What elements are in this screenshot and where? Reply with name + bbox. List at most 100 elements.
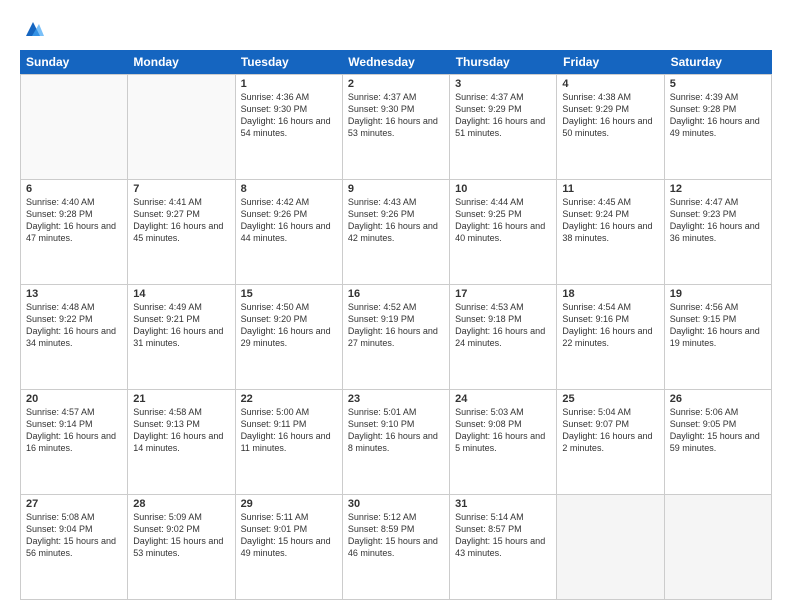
cell-info: Sunrise: 5:11 AMSunset: 9:01 PMDaylight:… [241,511,337,560]
cell-info: Sunrise: 4:57 AMSunset: 9:14 PMDaylight:… [26,406,122,455]
cal-header-friday: Friday [557,50,664,74]
cal-header-monday: Monday [127,50,234,74]
day-number: 26 [670,393,766,405]
day-number: 28 [133,498,229,510]
day-number: 20 [26,393,122,405]
cell-info: Sunrise: 4:54 AMSunset: 9:16 PMDaylight:… [562,301,658,350]
cal-cell: 2Sunrise: 4:37 AMSunset: 9:30 PMDaylight… [343,75,450,179]
day-number: 5 [670,78,766,90]
cell-info: Sunrise: 4:52 AMSunset: 9:19 PMDaylight:… [348,301,444,350]
cal-cell: 16Sunrise: 4:52 AMSunset: 9:19 PMDayligh… [343,285,450,389]
cal-cell: 1Sunrise: 4:36 AMSunset: 9:30 PMDaylight… [236,75,343,179]
cal-cell: 19Sunrise: 4:56 AMSunset: 9:15 PMDayligh… [665,285,772,389]
logo [20,18,44,40]
cal-cell: 17Sunrise: 4:53 AMSunset: 9:18 PMDayligh… [450,285,557,389]
day-number: 12 [670,183,766,195]
day-number: 13 [26,288,122,300]
cell-info: Sunrise: 4:58 AMSunset: 9:13 PMDaylight:… [133,406,229,455]
day-number: 31 [455,498,551,510]
cal-week-4: 27Sunrise: 5:08 AMSunset: 9:04 PMDayligh… [21,494,772,599]
day-number: 17 [455,288,551,300]
cell-info: Sunrise: 4:41 AMSunset: 9:27 PMDaylight:… [133,196,229,245]
day-number: 1 [241,78,337,90]
day-number: 23 [348,393,444,405]
page: SundayMondayTuesdayWednesdayThursdayFrid… [0,0,792,612]
cal-cell: 24Sunrise: 5:03 AMSunset: 9:08 PMDayligh… [450,390,557,494]
cell-info: Sunrise: 4:40 AMSunset: 9:28 PMDaylight:… [26,196,122,245]
cal-cell: 27Sunrise: 5:08 AMSunset: 9:04 PMDayligh… [21,495,128,599]
day-number: 9 [348,183,444,195]
cal-cell: 22Sunrise: 5:00 AMSunset: 9:11 PMDayligh… [236,390,343,494]
cell-info: Sunrise: 5:04 AMSunset: 9:07 PMDaylight:… [562,406,658,455]
cell-info: Sunrise: 4:43 AMSunset: 9:26 PMDaylight:… [348,196,444,245]
calendar-header-row: SundayMondayTuesdayWednesdayThursdayFrid… [20,50,772,74]
cal-cell: 31Sunrise: 5:14 AMSunset: 8:57 PMDayligh… [450,495,557,599]
cell-info: Sunrise: 5:14 AMSunset: 8:57 PMDaylight:… [455,511,551,560]
cell-info: Sunrise: 4:48 AMSunset: 9:22 PMDaylight:… [26,301,122,350]
cell-info: Sunrise: 4:36 AMSunset: 9:30 PMDaylight:… [241,91,337,140]
cell-info: Sunrise: 4:38 AMSunset: 9:29 PMDaylight:… [562,91,658,140]
cell-info: Sunrise: 4:50 AMSunset: 9:20 PMDaylight:… [241,301,337,350]
day-number: 15 [241,288,337,300]
day-number: 8 [241,183,337,195]
cal-cell: 23Sunrise: 5:01 AMSunset: 9:10 PMDayligh… [343,390,450,494]
cal-cell [128,75,235,179]
cal-week-2: 13Sunrise: 4:48 AMSunset: 9:22 PMDayligh… [21,284,772,389]
day-number: 10 [455,183,551,195]
day-number: 3 [455,78,551,90]
cell-info: Sunrise: 5:09 AMSunset: 9:02 PMDaylight:… [133,511,229,560]
cal-header-sunday: Sunday [20,50,127,74]
cell-info: Sunrise: 4:47 AMSunset: 9:23 PMDaylight:… [670,196,766,245]
cal-cell: 28Sunrise: 5:09 AMSunset: 9:02 PMDayligh… [128,495,235,599]
cal-cell: 11Sunrise: 4:45 AMSunset: 9:24 PMDayligh… [557,180,664,284]
cal-week-0: 1Sunrise: 4:36 AMSunset: 9:30 PMDaylight… [21,74,772,179]
cal-cell: 3Sunrise: 4:37 AMSunset: 9:29 PMDaylight… [450,75,557,179]
cal-cell [21,75,128,179]
day-number: 25 [562,393,658,405]
day-number: 30 [348,498,444,510]
cal-cell: 26Sunrise: 5:06 AMSunset: 9:05 PMDayligh… [665,390,772,494]
cell-info: Sunrise: 5:08 AMSunset: 9:04 PMDaylight:… [26,511,122,560]
header [20,18,772,40]
cal-cell: 13Sunrise: 4:48 AMSunset: 9:22 PMDayligh… [21,285,128,389]
cal-cell: 21Sunrise: 4:58 AMSunset: 9:13 PMDayligh… [128,390,235,494]
cal-cell: 7Sunrise: 4:41 AMSunset: 9:27 PMDaylight… [128,180,235,284]
day-number: 4 [562,78,658,90]
cal-cell: 25Sunrise: 5:04 AMSunset: 9:07 PMDayligh… [557,390,664,494]
logo-icon [22,18,44,40]
cell-info: Sunrise: 4:42 AMSunset: 9:26 PMDaylight:… [241,196,337,245]
day-number: 29 [241,498,337,510]
cal-cell: 5Sunrise: 4:39 AMSunset: 9:28 PMDaylight… [665,75,772,179]
cal-week-1: 6Sunrise: 4:40 AMSunset: 9:28 PMDaylight… [21,179,772,284]
cell-info: Sunrise: 5:00 AMSunset: 9:11 PMDaylight:… [241,406,337,455]
cal-cell: 14Sunrise: 4:49 AMSunset: 9:21 PMDayligh… [128,285,235,389]
cal-cell: 12Sunrise: 4:47 AMSunset: 9:23 PMDayligh… [665,180,772,284]
cell-info: Sunrise: 4:37 AMSunset: 9:29 PMDaylight:… [455,91,551,140]
cell-info: Sunrise: 5:06 AMSunset: 9:05 PMDaylight:… [670,406,766,455]
cal-cell: 18Sunrise: 4:54 AMSunset: 9:16 PMDayligh… [557,285,664,389]
cal-cell: 15Sunrise: 4:50 AMSunset: 9:20 PMDayligh… [236,285,343,389]
day-number: 2 [348,78,444,90]
cell-info: Sunrise: 5:03 AMSunset: 9:08 PMDaylight:… [455,406,551,455]
day-number: 24 [455,393,551,405]
cal-header-tuesday: Tuesday [235,50,342,74]
day-number: 6 [26,183,122,195]
cal-cell: 20Sunrise: 4:57 AMSunset: 9:14 PMDayligh… [21,390,128,494]
day-number: 21 [133,393,229,405]
cell-info: Sunrise: 4:37 AMSunset: 9:30 PMDaylight:… [348,91,444,140]
cell-info: Sunrise: 5:12 AMSunset: 8:59 PMDaylight:… [348,511,444,560]
day-number: 7 [133,183,229,195]
day-number: 14 [133,288,229,300]
cal-week-3: 20Sunrise: 4:57 AMSunset: 9:14 PMDayligh… [21,389,772,494]
cell-info: Sunrise: 4:44 AMSunset: 9:25 PMDaylight:… [455,196,551,245]
cal-header-wednesday: Wednesday [342,50,449,74]
cell-info: Sunrise: 4:39 AMSunset: 9:28 PMDaylight:… [670,91,766,140]
cell-info: Sunrise: 5:01 AMSunset: 9:10 PMDaylight:… [348,406,444,455]
cal-header-thursday: Thursday [450,50,557,74]
cell-info: Sunrise: 4:56 AMSunset: 9:15 PMDaylight:… [670,301,766,350]
cell-info: Sunrise: 4:49 AMSunset: 9:21 PMDaylight:… [133,301,229,350]
cal-cell: 4Sunrise: 4:38 AMSunset: 9:29 PMDaylight… [557,75,664,179]
cal-cell: 6Sunrise: 4:40 AMSunset: 9:28 PMDaylight… [21,180,128,284]
day-number: 11 [562,183,658,195]
cell-info: Sunrise: 4:45 AMSunset: 9:24 PMDaylight:… [562,196,658,245]
